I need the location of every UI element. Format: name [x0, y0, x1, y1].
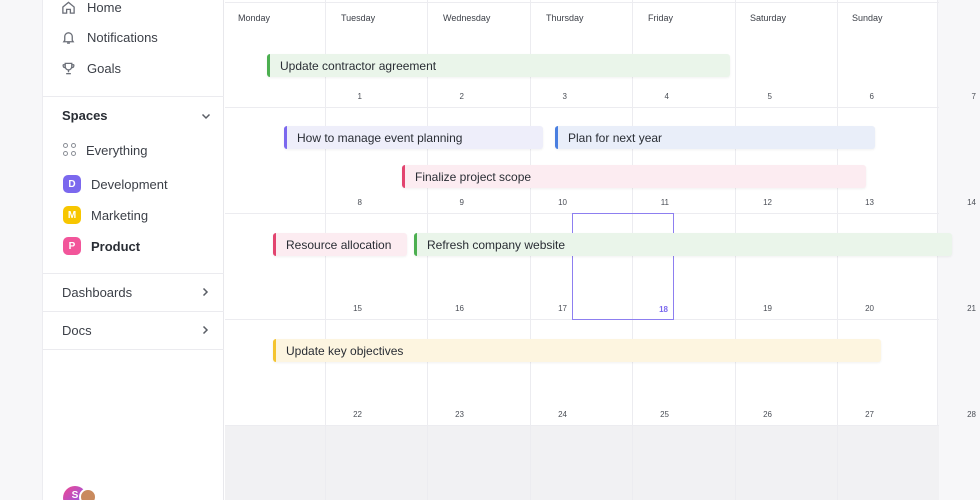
sidebar-item-development[interactable]: D Development [63, 174, 168, 194]
day-number[interactable]: 16 [444, 304, 464, 313]
day-number[interactable]: 9 [444, 198, 464, 207]
trophy-icon [62, 62, 75, 74]
event-bar[interactable]: Finalize project scope [402, 165, 866, 188]
space-badge-icon: D [63, 175, 81, 193]
day-header: Tuesday [341, 13, 376, 23]
event-title: Refresh company website [427, 237, 566, 252]
sidebar-item-goals[interactable]: Goals [61, 57, 121, 79]
sidebar-item-label: Marketing [91, 207, 149, 223]
day-header: Monday [238, 13, 271, 23]
event-bar[interactable]: Update contractor agreement [267, 54, 730, 77]
event-bar[interactable]: Refresh company website [414, 233, 952, 256]
day-number[interactable]: 25 [649, 410, 669, 419]
day-number[interactable]: 19 [752, 304, 772, 313]
calendar-month-view: Monday Tuesday Wednesday Thursday Friday… [225, 0, 976, 500]
day-header: Sunday [852, 13, 883, 23]
avatar-group[interactable]: S [63, 486, 103, 500]
day-number[interactable]: 10 [547, 198, 567, 207]
sidebar-item-label: Goals [87, 60, 121, 76]
divider [43, 311, 224, 312]
day-header: Saturday [750, 13, 787, 23]
day-number[interactable]: 20 [854, 304, 874, 313]
chevron-right-icon[interactable] [199, 324, 211, 336]
grid-line [225, 425, 939, 426]
day-number[interactable]: 12 [752, 198, 772, 207]
day-header: Thursday [546, 13, 584, 23]
avatar [79, 488, 97, 500]
sidebar-item-dashboards[interactable]: Dashboards [62, 285, 132, 300]
day-number[interactable]: 24 [547, 410, 567, 419]
day-header: Friday [648, 13, 674, 23]
event-title: Finalize project scope [415, 169, 532, 184]
divider [43, 96, 224, 97]
event-title: Update key objectives [286, 343, 404, 358]
home-icon [62, 0, 75, 14]
space-badge-icon: M [63, 206, 81, 224]
day-number[interactable]: 27 [854, 410, 874, 419]
event-bar[interactable]: How to manage event planning [284, 126, 543, 149]
day-number[interactable]: 23 [444, 410, 464, 419]
sidebar-item-label: Everything [86, 142, 148, 158]
sidebar: Home Notifications Goals Spaces Everythi… [43, 0, 224, 500]
empty-week-row [225, 425, 939, 500]
sidebar-item-product[interactable]: P Product [63, 236, 140, 256]
grid-icon [63, 143, 77, 157]
today-cell[interactable] [572, 213, 674, 320]
day-number[interactable]: 5 [752, 92, 772, 101]
sidebar-item-label: Development [91, 176, 168, 192]
day-number[interactable]: 3 [547, 92, 567, 101]
day-number-today[interactable]: 18 [648, 305, 668, 314]
event-bar[interactable]: Resource allocation [273, 233, 407, 256]
day-number[interactable]: 17 [547, 304, 567, 313]
day-number[interactable]: 15 [342, 304, 362, 313]
chevron-right-icon[interactable] [199, 286, 211, 298]
day-number[interactable]: 2 [444, 92, 464, 101]
bell-icon [62, 31, 75, 44]
day-number[interactable]: 11 [649, 198, 669, 207]
sidebar-item-label: Home [87, 0, 122, 15]
app-window: Home Notifications Goals Spaces Everythi… [42, 0, 976, 500]
day-number[interactable]: 8 [342, 198, 362, 207]
sidebar-item-label: Notifications [87, 29, 158, 45]
chevron-down-icon[interactable] [200, 110, 212, 122]
day-number[interactable]: 14 [956, 198, 976, 207]
sidebar-item-home[interactable]: Home [61, 0, 122, 18]
sidebar-item-marketing[interactable]: M Marketing [63, 205, 148, 225]
event-title: How to manage event planning [297, 130, 463, 145]
day-number[interactable]: 22 [342, 410, 362, 419]
day-number[interactable]: 26 [752, 410, 772, 419]
day-number[interactable]: 6 [854, 92, 874, 101]
grid-line [225, 2, 939, 3]
sidebar-item-notifications[interactable]: Notifications [61, 26, 158, 48]
divider [43, 349, 224, 350]
sidebar-item-docs[interactable]: Docs [62, 323, 92, 338]
spaces-heading[interactable]: Spaces [62, 108, 108, 123]
grid-line [225, 107, 939, 108]
event-bar[interactable]: Plan for next year [555, 126, 875, 149]
event-title: Update contractor agreement [280, 58, 437, 73]
day-number[interactable]: 7 [956, 92, 976, 101]
divider [43, 273, 224, 274]
day-number[interactable]: 4 [649, 92, 669, 101]
event-title: Plan for next year [568, 130, 663, 145]
day-number[interactable]: 13 [854, 198, 874, 207]
day-number[interactable]: 1 [342, 92, 362, 101]
day-header: Wednesday [443, 13, 491, 23]
sidebar-item-everything[interactable]: Everything [63, 140, 147, 160]
event-bar[interactable]: Update key objectives [273, 339, 881, 362]
sidebar-item-label: Product [91, 238, 141, 254]
day-number[interactable]: 21 [956, 304, 976, 313]
space-badge-icon: P [63, 237, 81, 255]
day-number[interactable]: 28 [956, 410, 976, 419]
event-title: Resource allocation [286, 237, 392, 252]
